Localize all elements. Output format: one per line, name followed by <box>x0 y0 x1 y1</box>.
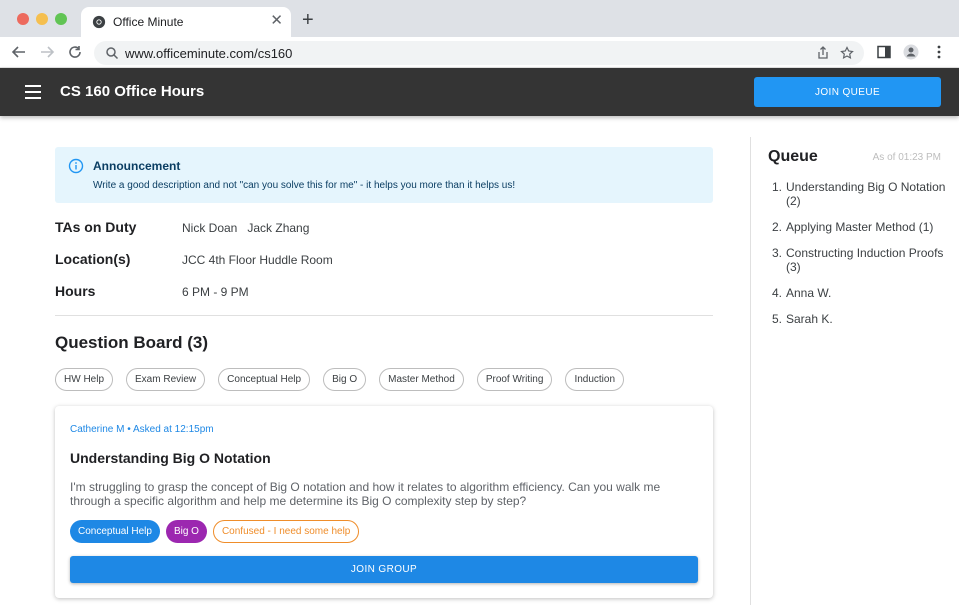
queue-item-label: Understanding Big O Notation (2) <box>786 180 946 208</box>
address-bar[interactable]: www.officeminute.com/cs160 <box>94 41 864 65</box>
join-group-button[interactable]: JOIN GROUP <box>70 556 698 583</box>
chrome-favicon-icon <box>92 15 106 29</box>
share-icon[interactable] <box>816 46 830 60</box>
tag-conceptual-help: Conceptual Help <box>70 520 160 543</box>
browser-tab-bar: Office Minute ✕ + <box>0 0 959 37</box>
queue-item-number: 4. <box>772 286 783 300</box>
filter-chip-exam-review[interactable]: Exam Review <box>126 368 206 391</box>
question-board-title: Question Board (3) <box>55 333 209 352</box>
browser-menu-icon[interactable] <box>931 44 947 60</box>
tas-value: Nick Doan Jack Zhang <box>182 221 310 235</box>
browser-toolbar: www.officeminute.com/cs160 <box>0 37 959 68</box>
queue-timestamp: As of 01:23 PM <box>872 152 941 163</box>
queue-item[interactable]: 2. Applying Master Method (1) <box>768 220 948 234</box>
back-arrow-icon[interactable] <box>10 43 28 61</box>
hamburger-menu-icon[interactable] <box>25 85 41 99</box>
filter-chip-proof-writing[interactable]: Proof Writing <box>476 368 553 391</box>
queue-list: 1. Understanding Big O Notation (2) 2. A… <box>768 180 948 338</box>
section-divider <box>55 315 713 316</box>
app-header: CS 160 Office Hours JOIN QUEUE <box>0 68 959 116</box>
tag-big-o: Big O <box>165 520 207 543</box>
hours-label: Hours <box>55 283 96 299</box>
filter-chip-big-o[interactable]: Big O <box>323 368 367 391</box>
page-title: CS 160 Office Hours <box>60 83 205 100</box>
sidebar-divider <box>750 137 751 605</box>
queue-item[interactable]: 4. Anna W. <box>768 286 948 300</box>
tas-label: TAs on Duty <box>55 219 137 235</box>
tab-title: Office Minute <box>113 15 184 29</box>
queue-item-number: 3. <box>772 246 783 260</box>
question-meta: Catherine M • Asked at 12:15pm <box>70 424 214 435</box>
question-description: I'm struggling to grasp the concept of B… <box>70 480 661 508</box>
queue-item[interactable]: 5. Sarah K. <box>768 312 948 326</box>
queue-item-number: 5. <box>772 312 783 326</box>
announcement-title: Announcement <box>93 159 181 173</box>
browser-tab[interactable]: Office Minute ✕ <box>81 7 291 37</box>
bookmark-star-icon[interactable] <box>840 46 854 60</box>
announcement-banner: Announcement Write a good description an… <box>55 147 713 203</box>
filter-chip-master-method[interactable]: Master Method <box>379 368 464 391</box>
question-tags: Conceptual Help Big O Confused - I need … <box>70 520 360 543</box>
queue-item-label: Constructing Induction Proofs (3) <box>786 246 944 274</box>
filter-chip-induction[interactable]: Induction <box>565 368 625 391</box>
queue-item-label: Anna W. <box>786 286 832 300</box>
filter-chip-conceptual-help[interactable]: Conceptual Help <box>218 368 311 391</box>
url-text: www.officeminute.com/cs160 <box>125 46 293 61</box>
location-value: JCC 4th Floor Huddle Room <box>182 253 333 267</box>
new-tab-icon[interactable]: + <box>302 10 314 30</box>
tag-confused: Confused - I need some help <box>212 520 360 543</box>
forward-arrow-icon[interactable] <box>38 43 56 61</box>
reload-icon[interactable] <box>66 43 84 61</box>
question-card: Catherine M • Asked at 12:15pm Understan… <box>55 406 713 598</box>
filter-chip-group: HW Help Exam Review Conceptual Help Big … <box>55 368 625 391</box>
queue-item[interactable]: 3. Constructing Induction Proofs (3) <box>768 246 948 274</box>
queue-item[interactable]: 1. Understanding Big O Notation (2) <box>768 180 948 208</box>
question-title: Understanding Big O Notation <box>70 450 271 466</box>
queue-item-number: 1. <box>772 180 783 194</box>
queue-item-label: Sarah K. <box>786 312 833 326</box>
hours-value: 6 PM - 9 PM <box>182 285 249 299</box>
queue-item-label: Applying Master Method (1) <box>786 220 934 234</box>
announcement-text: Write a good description and not "can yo… <box>93 180 516 191</box>
window-minimize-button[interactable] <box>36 13 48 25</box>
window-close-button[interactable] <box>17 13 29 25</box>
window-maximize-button[interactable] <box>55 13 67 25</box>
queue-title: Queue <box>768 148 818 165</box>
side-panel-icon[interactable] <box>876 44 892 60</box>
profile-avatar-icon[interactable] <box>903 44 919 60</box>
queue-item-number: 2. <box>772 220 783 234</box>
info-icon <box>68 158 84 174</box>
search-icon <box>106 47 119 60</box>
join-queue-button[interactable]: JOIN QUEUE <box>754 77 941 107</box>
tab-close-icon[interactable]: ✕ <box>270 13 283 29</box>
location-label: Location(s) <box>55 251 131 267</box>
filter-chip-hw-help[interactable]: HW Help <box>55 368 114 391</box>
